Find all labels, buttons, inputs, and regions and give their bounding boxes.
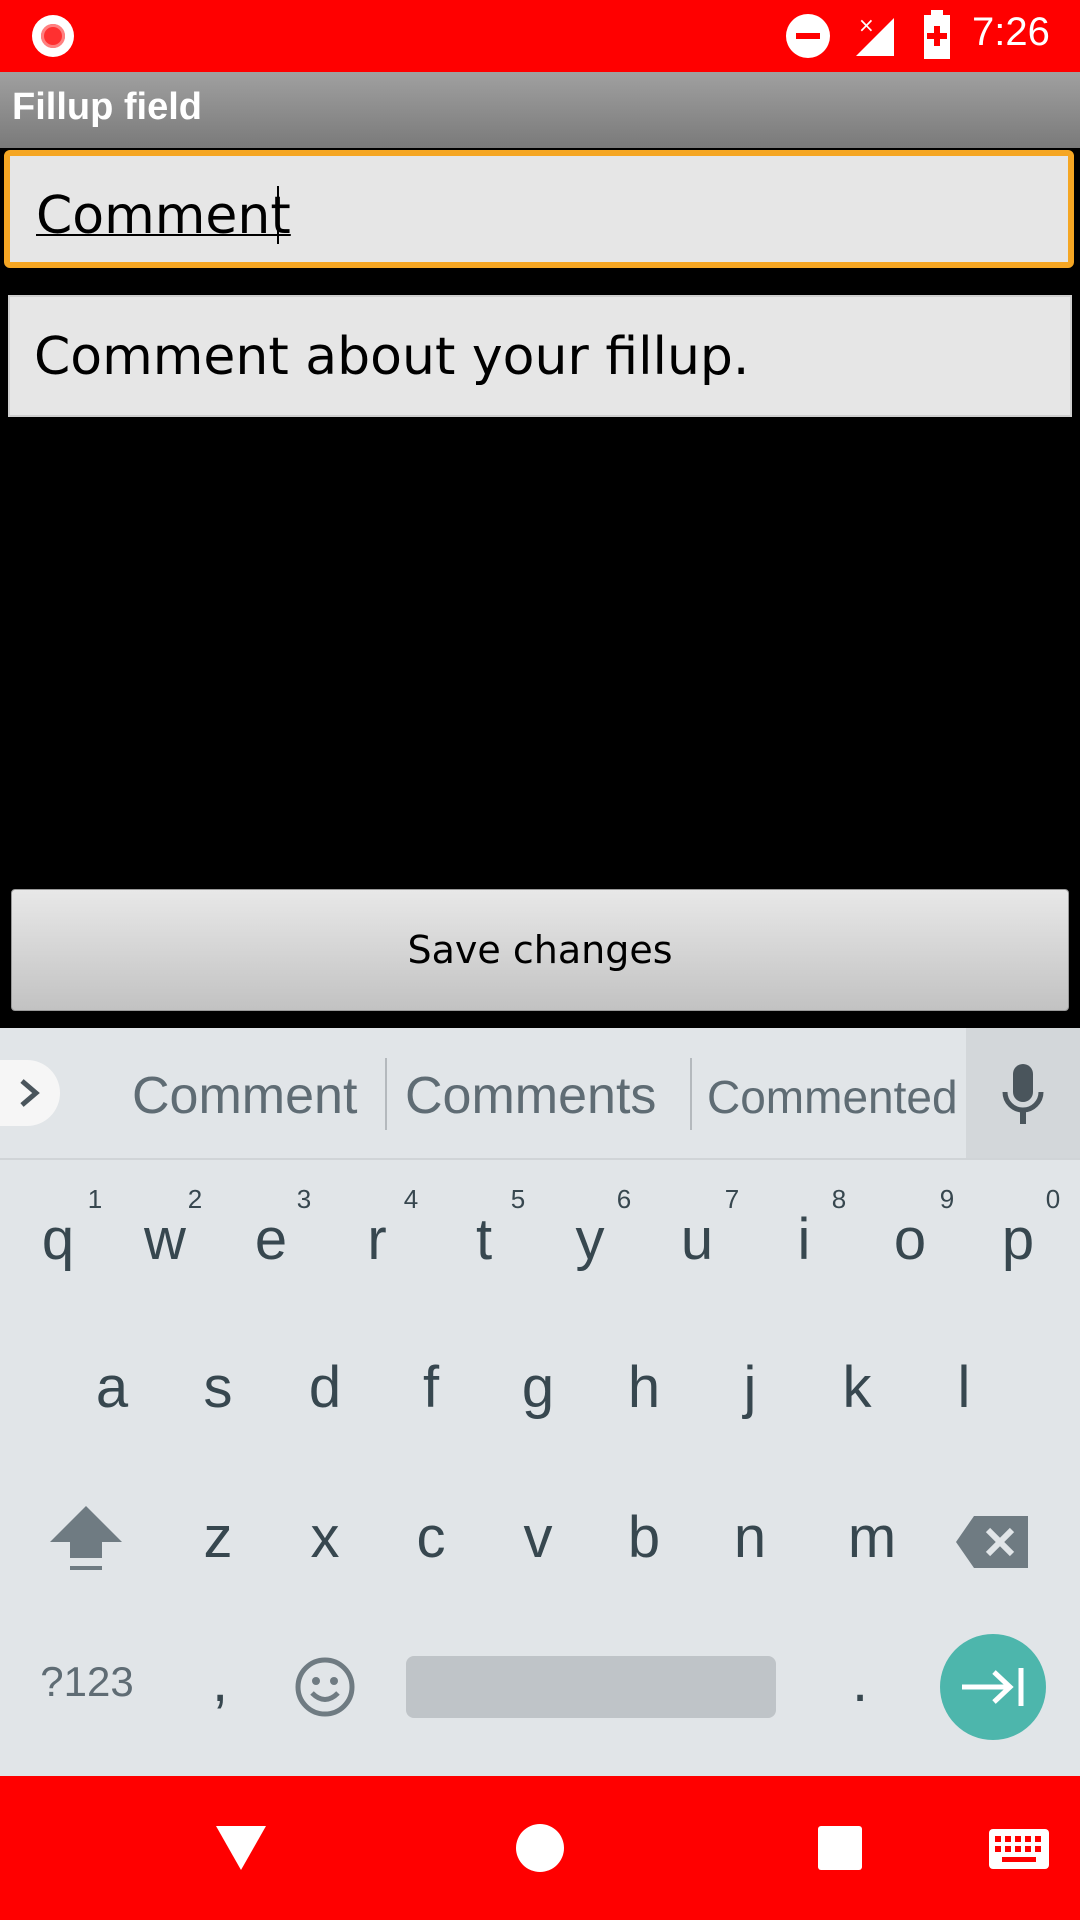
key-u[interactable]: u: [667, 1206, 727, 1273]
navigation-bar: [0, 1776, 1080, 1920]
key-hint: 7: [724, 1184, 740, 1214]
home-icon[interactable]: [514, 1822, 566, 1874]
field-name-input[interactable]: Comment: [4, 150, 1074, 268]
key-hint: 1: [87, 1184, 103, 1214]
suggestion-1[interactable]: Comment: [132, 1066, 357, 1126]
key-comma[interactable]: ,: [200, 1648, 240, 1715]
key-r[interactable]: r: [347, 1206, 407, 1273]
key-p[interactable]: p: [988, 1206, 1048, 1273]
next-field-button[interactable]: [940, 1634, 1046, 1740]
key-h[interactable]: h: [614, 1354, 674, 1421]
suggestion-strip: Comment Comments Commented: [0, 1028, 1080, 1160]
back-icon[interactable]: [214, 1824, 268, 1872]
recents-icon[interactable]: [816, 1824, 864, 1872]
key-t[interactable]: t: [454, 1206, 514, 1273]
field-name-value: Comment: [36, 186, 291, 246]
voice-input-button[interactable]: [966, 1028, 1080, 1158]
key-l[interactable]: l: [934, 1354, 994, 1421]
key-hint: 8: [831, 1184, 847, 1214]
app-title-bar: Fillup field: [0, 72, 1080, 148]
suggestion-2[interactable]: Comments: [405, 1066, 656, 1126]
backspace-icon[interactable]: [956, 1514, 1030, 1570]
soft-keyboard: Comment Comments Commented q w e r t y u…: [0, 1028, 1080, 1776]
screen-record-icon: [32, 15, 74, 57]
key-period[interactable]: .: [840, 1648, 880, 1715]
key-m[interactable]: m: [827, 1504, 917, 1571]
key-a[interactable]: a: [82, 1354, 142, 1421]
key-x[interactable]: x: [295, 1504, 355, 1571]
key-j[interactable]: j: [720, 1354, 780, 1421]
suggestion-3[interactable]: Commented: [707, 1070, 958, 1124]
save-changes-button[interactable]: Save changes: [11, 889, 1069, 1011]
key-g[interactable]: g: [508, 1354, 568, 1421]
chevron-right-icon: [20, 1079, 40, 1107]
key-hint: 6: [616, 1184, 632, 1214]
key-c[interactable]: c: [401, 1504, 461, 1571]
tab-next-icon: [962, 1668, 1024, 1706]
key-w[interactable]: w: [135, 1206, 195, 1273]
battery-icon: [924, 10, 950, 59]
key-hint: 9: [939, 1184, 955, 1214]
key-y[interactable]: y: [560, 1206, 620, 1273]
key-hint: 4: [403, 1184, 419, 1214]
keyboard-switch-icon[interactable]: [988, 1828, 1050, 1870]
key-hint: 2: [187, 1184, 203, 1214]
svg-text:×: ×: [858, 14, 875, 37]
key-i[interactable]: i: [774, 1206, 834, 1273]
key-v[interactable]: v: [508, 1504, 568, 1571]
microphone-icon: [1002, 1064, 1044, 1124]
key-b[interactable]: b: [614, 1504, 674, 1571]
key-q[interactable]: q: [28, 1206, 88, 1273]
key-hint: 3: [296, 1184, 312, 1214]
key-z[interactable]: z: [188, 1504, 248, 1571]
status-bar: × 7:26: [0, 0, 1080, 72]
clock: 7:26: [972, 10, 1050, 54]
space-bar[interactable]: [406, 1656, 776, 1718]
page-title: Fillup field: [12, 86, 202, 128]
signal-icon: ×: [856, 14, 894, 56]
text-cursor: [277, 186, 279, 244]
key-f[interactable]: f: [401, 1354, 461, 1421]
field-description-value: Comment about your fillup.: [34, 327, 750, 387]
emoji-icon[interactable]: [294, 1656, 356, 1718]
do-not-disturb-icon: [786, 14, 830, 58]
key-n[interactable]: n: [720, 1504, 780, 1571]
shift-icon[interactable]: [48, 1504, 124, 1572]
key-s[interactable]: s: [188, 1354, 248, 1421]
suggestion-divider: [385, 1058, 387, 1130]
suggestion-divider: [690, 1058, 692, 1130]
expand-suggestions-button[interactable]: [0, 1060, 60, 1126]
key-hint: 5: [510, 1184, 526, 1214]
symbols-key[interactable]: ?123: [32, 1658, 142, 1706]
key-e[interactable]: e: [241, 1206, 301, 1273]
key-hint: 0: [1045, 1184, 1061, 1214]
key-o[interactable]: o: [880, 1206, 940, 1273]
field-description-input[interactable]: Comment about your fillup.: [8, 295, 1072, 417]
key-d[interactable]: d: [295, 1354, 355, 1421]
key-k[interactable]: k: [827, 1354, 887, 1421]
